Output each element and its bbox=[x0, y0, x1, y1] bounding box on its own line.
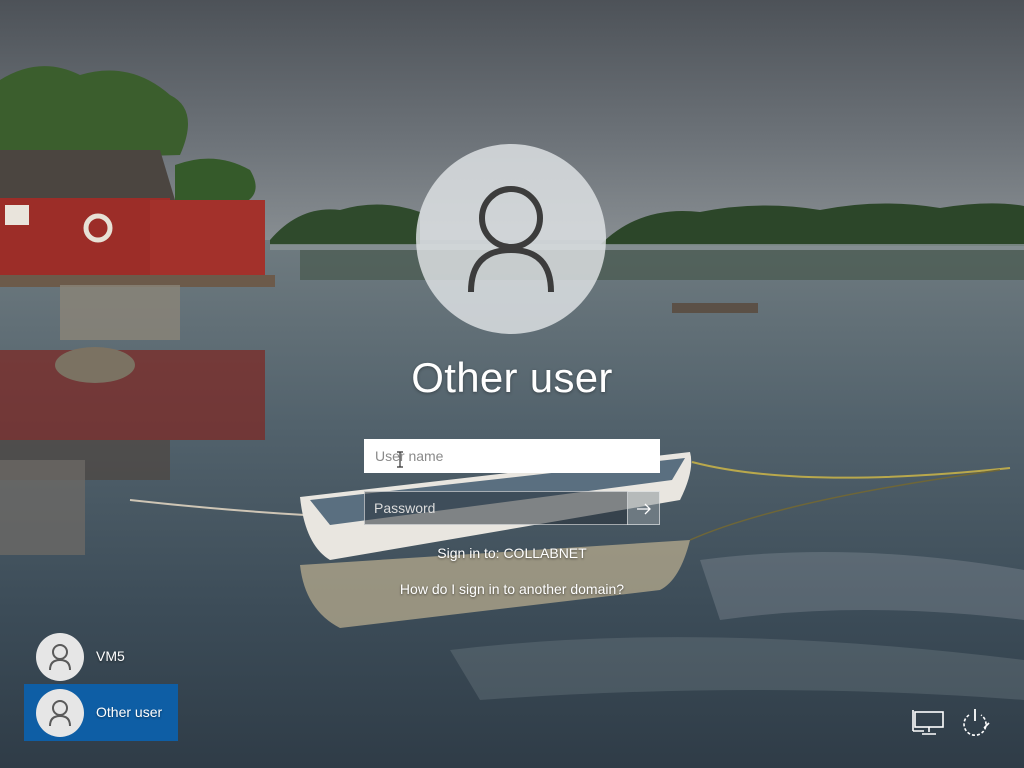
domain-help-link[interactable]: How do I sign in to another domain? bbox=[312, 581, 712, 597]
username-input[interactable] bbox=[364, 439, 660, 473]
user-tile-other-user[interactable]: Other user bbox=[24, 684, 178, 741]
user-tile-avatar bbox=[36, 689, 84, 737]
user-avatar-icon bbox=[49, 700, 71, 727]
network-button[interactable] bbox=[910, 704, 946, 740]
user-tile-avatar bbox=[36, 633, 84, 681]
account-name: Other user bbox=[411, 354, 613, 401]
power-button[interactable] bbox=[957, 704, 993, 740]
password-input[interactable] bbox=[364, 491, 628, 525]
user-avatar-icon bbox=[468, 186, 554, 293]
user-tile-vm5[interactable]: VM5 bbox=[24, 628, 178, 685]
account-avatar bbox=[416, 144, 606, 334]
arrow-right-icon bbox=[637, 503, 651, 515]
user-tile-label: VM5 bbox=[96, 648, 125, 664]
user-tile-label: Other user bbox=[96, 704, 163, 720]
sign-in-domain-text: Sign in to: COLLABNET bbox=[437, 545, 587, 561]
power-icon bbox=[963, 709, 990, 736]
user-avatar-icon bbox=[49, 644, 71, 671]
text-cursor-icon bbox=[397, 451, 403, 468]
submit-button[interactable] bbox=[627, 491, 660, 525]
network-icon bbox=[912, 710, 944, 735]
